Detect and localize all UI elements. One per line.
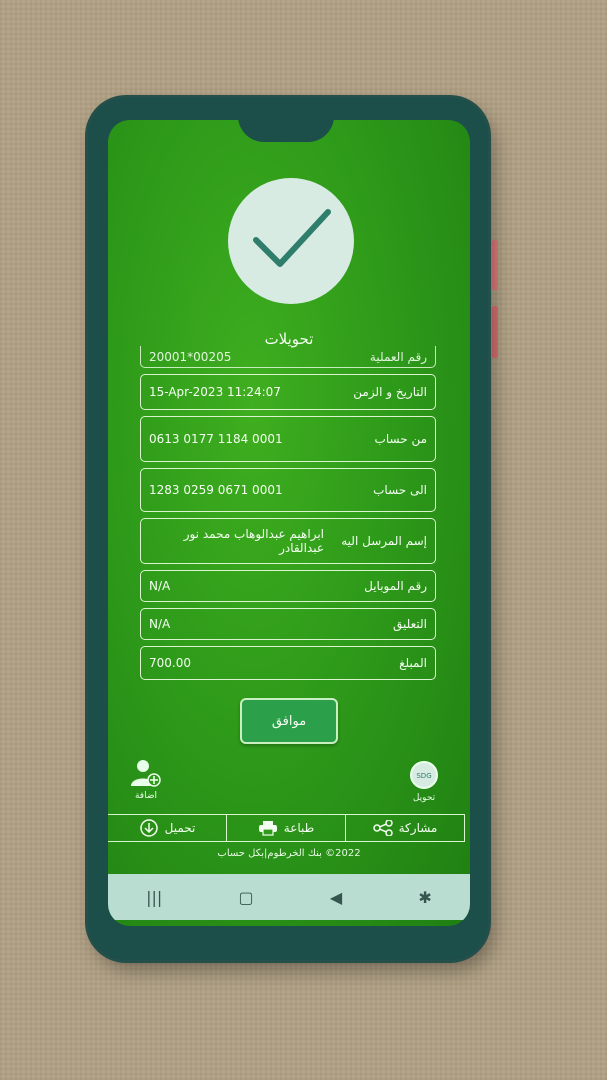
detail-value: 20001*00205 [149,349,232,364]
detail-label: المبلغ [399,656,427,670]
share-label: مشاركة [398,821,438,835]
detail-value: N/A [149,617,171,631]
detail-value: 15-Apr-2023 11:24:07 [149,385,281,399]
recent-apps-icon[interactable]: ||| [146,888,162,907]
download-icon [139,819,158,837]
volume-button [492,240,498,290]
share-icon [372,820,393,836]
detail-row-recipient-name: إسم المرسل اليه ابراهيم عبدالوهاب محمد ن… [140,518,436,564]
camera-notch [238,120,334,142]
success-check-icon [228,178,354,304]
add-user-label: اضافة [134,791,157,801]
back-icon[interactable]: ◀ [330,888,342,907]
detail-row-partial: رقم العملية 20001*00205 [140,346,436,368]
copyright-text: 2022© بنك الخرطوم|بكل حساب [217,848,361,859]
detail-row-to-account: الى حساب 1283 0259 0671 0001 [140,468,436,512]
detail-label: من حساب [374,432,427,446]
download-button[interactable]: تحميل [108,815,226,841]
bottom-toolbar: مشاركة طباعة تحميل [108,814,465,842]
download-label: تحميل [164,821,196,835]
detail-row-comment: التعليق N/A [140,608,436,640]
detail-value: N/A [149,579,171,593]
print-button[interactable]: طباعة [226,815,345,841]
home-icon[interactable]: ▢ [239,888,254,907]
print-label: طباعة [283,821,315,835]
add-user-icon [131,760,161,787]
transfer-button[interactable]: SDG تحويل [404,760,444,803]
detail-label: الى حساب [373,483,427,497]
detail-row-amount: المبلغ 700.00 [140,646,436,680]
system-nav-bar: ||| ▢ ◀ ✱ [108,874,470,920]
detail-value: ابراهيم عبدالوهاب محمد نور عبدالقادر [183,527,324,555]
app-screen: تحويلات رقم العملية 20001*00205 التاريخ … [108,120,470,926]
transaction-details: رقم العملية 20001*00205 التاريخ و الزمن … [140,346,436,686]
power-button [492,306,498,358]
share-button[interactable]: مشاركة [345,815,464,841]
detail-row-datetime: التاريخ و الزمن 15-Apr-2023 11:24:07 [140,374,436,410]
detail-label: التعليق [392,617,427,631]
sdg-coin-icon: SDG [410,761,438,789]
ok-button[interactable]: موافق [240,698,338,744]
detail-row-mobile: رقم الموبايل N/A [140,570,436,602]
detail-value: 0613 0177 1184 0001 [149,432,283,446]
add-user-button[interactable]: اضافة [126,758,166,801]
detail-label: رقم الموبايل [364,579,427,593]
accessibility-icon[interactable]: ✱ [418,888,431,907]
printer-icon [258,821,277,836]
detail-value: 700.00 [149,656,191,670]
detail-label: رقم العملية [369,349,427,364]
detail-row-from-account: من حساب 0613 0177 1184 0001 [140,416,436,462]
detail-label: التاريخ و الزمن [353,385,427,399]
svg-text:SDG: SDG [416,772,431,780]
detail-value: 1283 0259 0671 0001 [149,483,283,497]
detail-label: إسم المرسل اليه [341,534,427,548]
transfer-label: تحويل [412,793,436,803]
